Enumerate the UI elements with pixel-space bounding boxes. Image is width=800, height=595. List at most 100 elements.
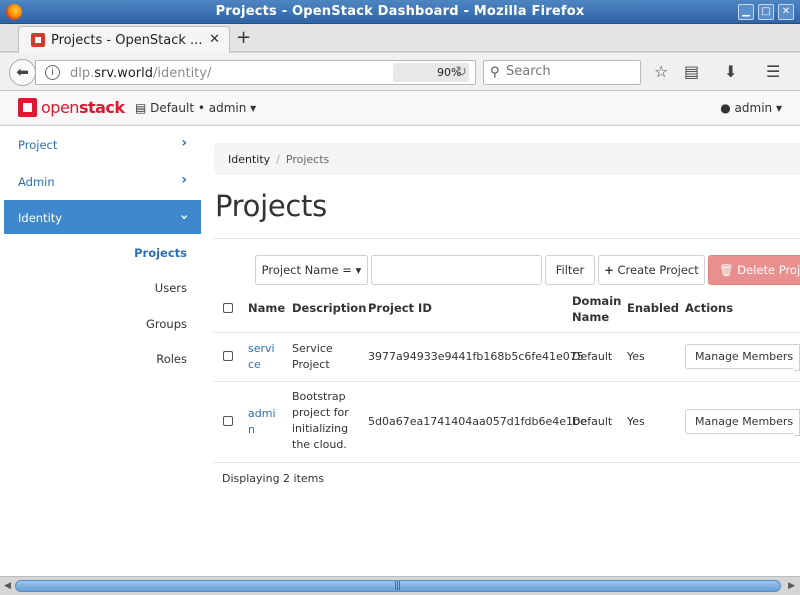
project-name-link[interactable]: admi n (248, 406, 276, 438)
row-checkbox[interactable] (223, 416, 233, 426)
menu-icon[interactable]: ☰ (766, 62, 780, 81)
project-name-line: servi (248, 342, 275, 355)
description-line: Bootstrap (292, 390, 346, 403)
project-domain: Default (572, 415, 613, 428)
manage-members-button[interactable]: Manage Members (685, 344, 800, 371)
bookmark-star-icon[interactable]: ☆ (654, 62, 668, 81)
manage-members-button[interactable]: Manage Members (685, 409, 800, 436)
delete-projects-button[interactable]: 🗑 Delete Projects (708, 255, 800, 285)
column-header-project-id[interactable]: Project ID (368, 301, 432, 315)
window-titlebar: Projects - OpenStack Dashboard - Mozilla… (0, 0, 800, 24)
search-icon: ⚲ (490, 65, 500, 80)
tab-close-icon[interactable]: ✕ (209, 32, 220, 47)
search-input[interactable] (506, 64, 636, 79)
project-enabled: Yes (627, 350, 645, 363)
chevron-down-icon: ▾ (775, 101, 782, 115)
window-title: Projects - OpenStack Dashboard - Mozilla… (215, 4, 585, 19)
chevron-right-icon: › (181, 135, 187, 151)
site-info-icon[interactable]: i (45, 65, 60, 80)
item-count: Displaying 2 items (222, 472, 325, 485)
minimize-button[interactable]: ▁ (738, 4, 754, 20)
project-selector[interactable]: ▤ Default • admin ▾ (135, 101, 256, 115)
project-name-line: admi (248, 407, 276, 420)
new-tab-button[interactable]: + (236, 27, 251, 48)
reload-icon[interactable]: ↻ (455, 64, 467, 80)
openstack-logo-icon (18, 98, 37, 117)
sidebar-item-admin[interactable]: Admin › (4, 164, 201, 198)
sidebar-item-identity[interactable]: Identity › (4, 200, 201, 234)
filter-input[interactable] (371, 255, 542, 285)
logo-text: openstack (41, 98, 125, 117)
chevron-down-icon: › (176, 214, 193, 220)
breadcrumb-separator: / (276, 153, 280, 166)
project-enabled: Yes (627, 415, 645, 428)
user-menu-label: admin (734, 101, 773, 115)
breadcrumb: Identity / Projects (214, 143, 800, 175)
description-line: project for (292, 406, 349, 419)
chevron-down-icon: ▾ (250, 101, 257, 115)
tab-label: Projects - OpenStack ... (51, 33, 203, 48)
sidebar-subitem-projects[interactable]: Projects (4, 246, 187, 260)
scroll-left-icon[interactable]: ◀ (4, 581, 11, 591)
column-header-description[interactable]: Description (292, 301, 366, 315)
breadcrumb-identity[interactable]: Identity (228, 153, 270, 166)
description-line: initializing (292, 422, 349, 435)
project-selector-icon: ▤ (135, 101, 147, 115)
create-project-button[interactable]: + Create Project (598, 255, 705, 285)
sidebar-subitem-groups[interactable]: Groups (4, 317, 187, 331)
maximize-button[interactable]: □ (758, 4, 774, 20)
column-header-enabled[interactable]: Enabled (627, 301, 679, 315)
select-all-checkbox[interactable] (223, 303, 233, 313)
filter-field-label: Project Name = (261, 263, 352, 277)
row-divider (214, 332, 800, 333)
scroll-right-icon[interactable]: ▶ (788, 581, 795, 591)
description-line: Service (292, 342, 333, 355)
grip-icon: ||| (394, 581, 401, 591)
sidebar-item-label: Admin (18, 175, 55, 189)
downloads-icon[interactable]: ⬇ (724, 62, 737, 81)
project-id: 5d0a67ea1741404aa057d1fdb6e4e1be (368, 415, 587, 428)
back-button[interactable]: ⬅ (9, 59, 36, 86)
sidebar-subitem-roles[interactable]: Roles (4, 352, 187, 366)
project-name-link[interactable]: servi ce (248, 341, 275, 373)
description-line: Project (292, 358, 330, 371)
user-menu[interactable]: ● admin ▾ (720, 101, 782, 115)
search-bar[interactable]: ⚲ (483, 60, 641, 85)
browser-tab[interactable]: Projects - OpenStack ... ✕ (18, 26, 230, 53)
project-description: Service Project (292, 341, 333, 373)
sidebar-item-label: Identity (18, 211, 63, 225)
column-header-actions: Actions (685, 301, 734, 315)
sidebar-item-project[interactable]: Project › (4, 127, 201, 161)
scrollbar-thumb[interactable]: ||| (15, 580, 781, 592)
column-header-name[interactable]: Name (248, 301, 285, 315)
row-checkbox[interactable] (223, 351, 233, 361)
plus-icon: + (604, 263, 614, 277)
row-divider (214, 462, 800, 463)
nav-bar: i dlp.srv.world/identity/ 90% ↻ ⬅ ⚲ ☆ ▤ … (0, 53, 800, 91)
reading-list-icon[interactable]: ▤ (684, 62, 699, 81)
project-description: Bootstrap project for initializing the c… (292, 389, 349, 453)
app-header: openstack ▤ Default • admin ▾ ● admin ▾ (0, 91, 800, 125)
row-divider (214, 381, 800, 382)
horizontal-scrollbar[interactable]: ◀ ||| ▶ (0, 576, 800, 595)
project-name-line: ce (248, 358, 261, 371)
project-domain: Default (572, 350, 613, 363)
project-selector-label: Default • admin (150, 101, 247, 115)
chevron-right-icon: › (181, 172, 187, 188)
column-header-domain-name[interactable]: Domain Name (572, 293, 621, 325)
url-bar[interactable]: i dlp.srv.world/identity/ 90% ↻ (35, 60, 476, 85)
chevron-down-icon: ▾ (355, 263, 362, 277)
create-project-label: Create Project (617, 263, 699, 277)
description-line: the cloud. (292, 438, 347, 451)
project-name-line: n (248, 423, 255, 436)
close-window-button[interactable]: ✕ (778, 4, 794, 20)
filter-field-select[interactable]: Project Name = ▾ (255, 255, 368, 285)
column-header-domain-line1: Domain (572, 294, 622, 308)
sidebar-item-label: Project (18, 138, 58, 152)
filter-button[interactable]: Filter (545, 255, 595, 285)
sidebar-subitem-users[interactable]: Users (4, 281, 187, 295)
url-text: dlp.srv.world/identity/ (70, 66, 212, 81)
sidebar: Project › Admin › Identity › Projects Us… (0, 126, 214, 576)
page-title: Projects (215, 189, 327, 223)
breadcrumb-current: Projects (285, 153, 330, 166)
